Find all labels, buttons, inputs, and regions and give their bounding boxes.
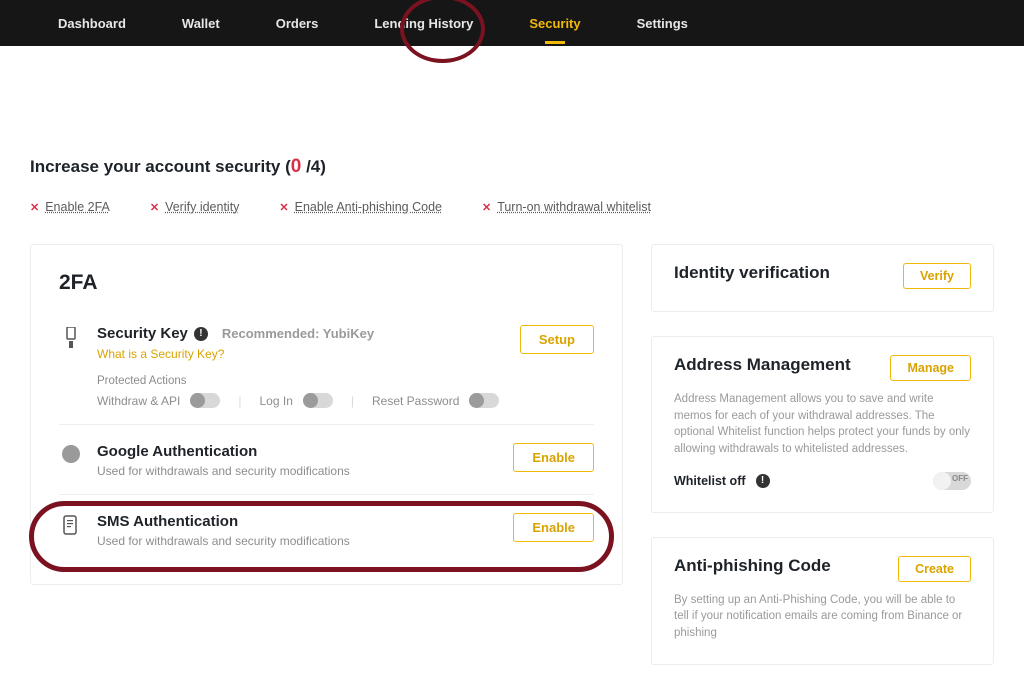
sms-auth-row: SMS Authentication Used for withdrawals … [59, 494, 594, 564]
nav-lending-history[interactable]: Lending History [346, 0, 501, 46]
action-verify-identity[interactable]: ✕ Verify identity [150, 200, 240, 214]
identity-title: Identity verification [674, 263, 830, 283]
address-desc: Address Management allows you to save an… [674, 391, 971, 458]
action-whitelist[interactable]: ✕ Turn-on withdrawal whitelist [482, 200, 651, 214]
x-icon: ✕ [150, 201, 159, 214]
antiphish-desc: By setting up an Anti-Phishing Code, you… [674, 592, 971, 642]
action-label: Turn-on withdrawal whitelist [497, 200, 651, 214]
antiphish-title: Anti-phishing Code [674, 556, 831, 576]
toggle-switch[interactable] [190, 393, 220, 408]
sms-auth-title: SMS Authentication [97, 513, 238, 530]
enable-google-button[interactable]: Enable [513, 443, 594, 472]
enable-sms-button[interactable]: Enable [513, 513, 594, 542]
twofa-card: 2FA Security Key ! Recommended: YubiKey … [30, 244, 623, 585]
action-label: Enable Anti-phishing Code [295, 200, 442, 214]
security-key-icon [59, 325, 83, 408]
sms-icon [59, 513, 83, 548]
toggle-switch[interactable] [469, 393, 499, 408]
divider: | [238, 394, 241, 408]
top-navbar: Dashboard Wallet Orders Lending History … [0, 0, 1024, 46]
info-icon[interactable]: ! [194, 327, 208, 341]
whitelist-label: Whitelist off [674, 474, 746, 488]
toggle-label: Reset Password [372, 394, 459, 408]
headline-prefix: Increase your account security ( [30, 157, 291, 176]
create-button[interactable]: Create [898, 556, 971, 582]
headline: Increase your account security (0 /4) [30, 156, 994, 178]
address-title: Address Management [674, 355, 851, 375]
nav-wallet[interactable]: Wallet [154, 0, 248, 46]
toggle-reset-password: Reset Password [372, 393, 499, 408]
action-enable-antiphish[interactable]: ✕ Enable Anti-phishing Code [279, 200, 442, 214]
toggle-login: Log In [260, 393, 333, 408]
protected-actions-label: Protected Actions [97, 375, 520, 387]
antiphish-card: Anti-phishing Code Create By setting up … [651, 537, 994, 665]
verify-button[interactable]: Verify [903, 263, 971, 289]
headline-current: 0 [291, 156, 302, 177]
action-label: Enable 2FA [45, 200, 110, 214]
sms-auth-desc: Used for withdrawals and security modifi… [97, 534, 513, 548]
security-key-title: Security Key [97, 325, 188, 342]
google-auth-title: Google Authentication [97, 443, 257, 460]
security-key-recommended: Recommended: YubiKey [222, 326, 374, 341]
whitelist-toggle[interactable]: OFF [933, 472, 971, 490]
what-is-security-key-link[interactable]: What is a Security Key? [97, 347, 224, 361]
address-card: Address Management Manage Address Manage… [651, 336, 994, 513]
headline-suffix: /4) [301, 157, 326, 176]
setup-button[interactable]: Setup [520, 325, 594, 354]
toggle-label: Withdraw & API [97, 394, 180, 408]
manage-button[interactable]: Manage [890, 355, 971, 381]
twofa-title: 2FA [59, 271, 594, 295]
toggle-switch[interactable] [303, 393, 333, 408]
nav-settings[interactable]: Settings [609, 0, 716, 46]
toggle-label: Log In [260, 394, 293, 408]
whitelist-toggle-text: OFF [952, 474, 968, 483]
identity-card: Identity verification Verify [651, 244, 994, 312]
action-enable-2fa[interactable]: ✕ Enable 2FA [30, 200, 110, 214]
x-icon: ✕ [482, 201, 491, 214]
toggle-withdraw-api: Withdraw & API [97, 393, 220, 408]
nav-orders[interactable]: Orders [248, 0, 347, 46]
google-icon [59, 443, 83, 478]
info-icon[interactable]: ! [756, 474, 770, 488]
google-auth-desc: Used for withdrawals and security modifi… [97, 464, 513, 478]
nav-security[interactable]: Security [501, 0, 608, 46]
x-icon: ✕ [279, 201, 288, 214]
x-icon: ✕ [30, 201, 39, 214]
divider: | [351, 394, 354, 408]
security-key-row: Security Key ! Recommended: YubiKey What… [59, 315, 594, 424]
security-actions-row: ✕ Enable 2FA ✕ Verify identity ✕ Enable … [30, 200, 994, 214]
google-auth-row: Google Authentication Used for withdrawa… [59, 424, 594, 494]
action-label: Verify identity [165, 200, 239, 214]
nav-dashboard[interactable]: Dashboard [30, 0, 154, 46]
